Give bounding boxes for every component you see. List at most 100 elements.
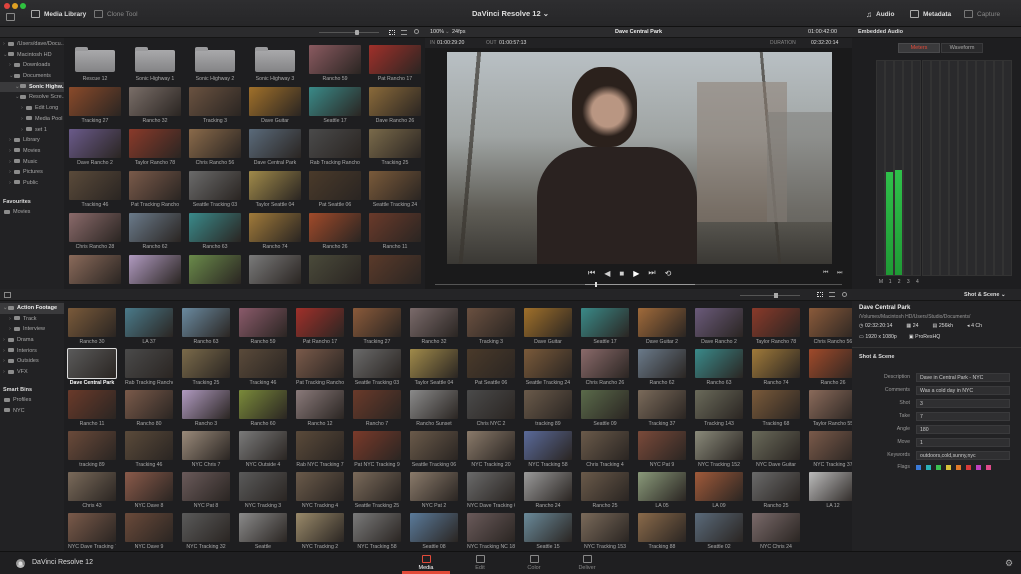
clip-thumbnail[interactable]: Rab NYC Tracking 7 bbox=[296, 431, 344, 468]
clip-thumbnail[interactable]: Chris Rancho 26 bbox=[581, 349, 629, 386]
clip-thumbnail[interactable]: Pat Seattle 06 bbox=[309, 171, 361, 208]
clip-thumbnail[interactable]: Rancho 11 bbox=[369, 213, 421, 250]
prev-frame-icon[interactable]: ⏮ bbox=[823, 270, 828, 277]
flag-swatch[interactable] bbox=[946, 464, 951, 470]
jump-to-end-icon[interactable]: ⏭ bbox=[648, 268, 655, 278]
tree-item-movies[interactable]: › Movies bbox=[0, 146, 64, 157]
clip-thumbnail[interactable]: Tracking 37 bbox=[638, 390, 686, 427]
clip-thumbnail[interactable]: Pat Tracking Rancho bbox=[129, 171, 181, 208]
pool-grid-view-icon[interactable] bbox=[817, 292, 823, 297]
clip-thumbnail[interactable]: Rancho 74 bbox=[249, 213, 301, 250]
clip-thumbnail[interactable] bbox=[129, 255, 181, 286]
clip-thumbnail[interactable]: Rancho 26 bbox=[809, 349, 852, 386]
capture-button[interactable]: Capture bbox=[964, 8, 1000, 20]
clip-thumbnail[interactable]: Rancho 26 bbox=[309, 213, 361, 250]
clip-thumbnail[interactable]: Tracking 25 bbox=[369, 129, 421, 166]
clip-thumbnail[interactable]: Tracking 25 bbox=[182, 349, 230, 386]
zoom-level[interactable]: 100% bbox=[430, 29, 444, 35]
pool-thumb-size-slider-knob[interactable] bbox=[774, 293, 778, 298]
folder-thumbnail[interactable]: Sonic Highway 2 bbox=[189, 45, 241, 82]
clip-thumbnail[interactable] bbox=[369, 255, 421, 286]
tree-item-documents[interactable]: ⌄ Documents bbox=[0, 71, 64, 82]
clip-thumbnail[interactable]: Dave Central Park bbox=[67, 348, 117, 386]
clip-thumbnail[interactable]: Rancho 24 bbox=[524, 472, 572, 509]
folder-thumbnail[interactable]: Sonic Highway 3 bbox=[249, 45, 301, 82]
page-tab-media[interactable]: Media bbox=[406, 555, 446, 571]
clip-thumbnail[interactable]: Seattle Tracking 06 bbox=[410, 431, 458, 468]
clip-thumbnail[interactable]: Rancho 25 bbox=[752, 472, 800, 509]
clip-thumbnail[interactable]: Rancho 3 bbox=[182, 390, 230, 427]
clip-thumbnail[interactable]: Dave Guitar bbox=[524, 308, 572, 345]
flag-swatch[interactable] bbox=[956, 464, 961, 470]
clip-thumbnail[interactable]: NYC Tracking 37 bbox=[809, 431, 852, 468]
clip-thumbnail[interactable]: NYC Dave Tracking 6 bbox=[467, 472, 515, 509]
clip-thumbnail[interactable]: Seattle bbox=[239, 513, 287, 550]
clip-thumbnail[interactable]: Seattle 02 bbox=[695, 513, 743, 550]
clip-thumbnail[interactable]: Pat Seattle 06 bbox=[467, 349, 515, 386]
clip-thumbnail[interactable]: Tracking 27 bbox=[353, 308, 401, 345]
loop-icon[interactable]: ⟲ bbox=[665, 269, 672, 278]
field-input[interactable]: 1 bbox=[916, 437, 1010, 447]
clip-thumbnail[interactable]: NYC Tracking 153 bbox=[581, 513, 629, 550]
field-input[interactable]: 7 bbox=[916, 411, 1010, 421]
field-input[interactable]: 180 bbox=[916, 424, 1010, 434]
clip-thumbnail[interactable]: Rancho 32 bbox=[410, 308, 458, 345]
field-input[interactable]: 3 bbox=[916, 398, 1010, 408]
clip-thumbnail[interactable] bbox=[69, 255, 121, 286]
clip-thumbnail[interactable]: Dave Rancho 2 bbox=[695, 308, 743, 345]
clip-thumbnail[interactable]: Pat Rancho 17 bbox=[296, 308, 344, 345]
page-tab-color[interactable]: Color bbox=[514, 555, 554, 571]
clip-thumbnail[interactable]: NYC Dave Tracking 78 bbox=[68, 513, 116, 550]
clip-thumbnail[interactable]: NYC Tracking 58 bbox=[524, 431, 572, 468]
audio-button[interactable]: ♫ Audio bbox=[866, 8, 894, 20]
list-view-icon[interactable] bbox=[401, 30, 407, 35]
field-input[interactable]: outdoors,cold,sunny,nyc bbox=[916, 450, 1010, 460]
grid-view-icon[interactable] bbox=[389, 30, 395, 35]
clip-thumbnail[interactable]: NYC Dave 9 bbox=[125, 513, 173, 550]
clip-thumbnail[interactable]: NYC Pat 9 bbox=[638, 431, 686, 468]
clip-thumbnail[interactable]: NYC Tracking 152 bbox=[695, 431, 743, 468]
page-tab-deliver[interactable]: Deliver bbox=[567, 555, 607, 571]
clip-thumbnail[interactable]: NYC Chris 7 bbox=[182, 431, 230, 468]
tree-item-vfx[interactable]: › VFX bbox=[0, 367, 64, 378]
clip-thumbnail[interactable]: NYC Tracking 2 bbox=[296, 513, 344, 550]
clip-thumbnail[interactable]: Tracking 3 bbox=[189, 87, 241, 124]
clip-thumbnail[interactable]: NYC Dave 8 bbox=[125, 472, 173, 509]
metadata-button[interactable]: Metadata bbox=[910, 8, 951, 20]
clip-thumbnail[interactable]: Pat Tracking Rancho bbox=[296, 349, 344, 386]
clip-thumbnail[interactable]: Seattle Tracking 24 bbox=[369, 171, 421, 208]
clip-thumbnail[interactable]: Taylor Rancho 78 bbox=[129, 129, 181, 166]
thumb-size-slider[interactable] bbox=[319, 32, 379, 33]
field-input[interactable]: Was a cold day in NYC bbox=[916, 385, 1010, 395]
clip-thumbnail[interactable]: NYC Pat 2 bbox=[410, 472, 458, 509]
page-tab-edit[interactable]: Edit bbox=[460, 555, 500, 571]
clip-thumbnail[interactable]: Rancho 80 bbox=[125, 390, 173, 427]
clip-thumbnail[interactable] bbox=[309, 255, 361, 286]
scrubber-playhead[interactable] bbox=[595, 282, 597, 287]
tree-item-users-dave-docu[interactable]: ›/Users/dave/Docu... bbox=[0, 39, 65, 50]
clip-thumbnail[interactable]: Dave Rancho 2 bbox=[69, 129, 121, 166]
clip-thumbnail[interactable]: Tracking 27 bbox=[69, 87, 121, 124]
clip-thumbnail[interactable]: Seattle 08 bbox=[410, 513, 458, 550]
clip-thumbnail[interactable]: Dave Rancho 26 bbox=[369, 87, 421, 124]
clip-thumbnail[interactable]: Rancho 63 bbox=[189, 213, 241, 250]
clip-thumbnail[interactable]: LA 12 bbox=[809, 472, 852, 509]
field-input[interactable]: Dave in Central Park - NYC bbox=[916, 372, 1010, 382]
clip-thumbnail[interactable]: tracking 89 bbox=[524, 390, 572, 427]
meters-tab[interactable]: Meters bbox=[898, 43, 940, 53]
tree-item-music[interactable]: › Music bbox=[0, 157, 64, 168]
clip-thumbnail[interactable]: Rancho 63 bbox=[695, 349, 743, 386]
clip-thumbnail[interactable]: Tracking 143 bbox=[695, 390, 743, 427]
clip-thumbnail[interactable]: Tracking 46 bbox=[125, 431, 173, 468]
clip-thumbnail[interactable]: Chris Tracking 4 bbox=[581, 431, 629, 468]
clip-thumbnail[interactable]: Dave Central Park bbox=[249, 129, 301, 166]
clip-thumbnail[interactable]: Dave Guitar 2 bbox=[638, 308, 686, 345]
play-reverse-icon[interactable]: ◀ bbox=[604, 269, 610, 278]
clip-thumbnail[interactable]: NYC Dave Guitar bbox=[752, 431, 800, 468]
clip-thumbnail[interactable]: Tracking 3 bbox=[467, 308, 515, 345]
tree-item-resolve-scre[interactable]: ⌄ Resolve Scre... bbox=[0, 92, 66, 103]
play-icon[interactable]: ▶ bbox=[633, 269, 639, 278]
clip-thumbnail[interactable]: Rancho 12 bbox=[296, 390, 344, 427]
clip-thumbnail[interactable]: NYC Tracking 3 bbox=[239, 472, 287, 509]
pool-sidebar-toggle-icon[interactable] bbox=[4, 292, 11, 298]
